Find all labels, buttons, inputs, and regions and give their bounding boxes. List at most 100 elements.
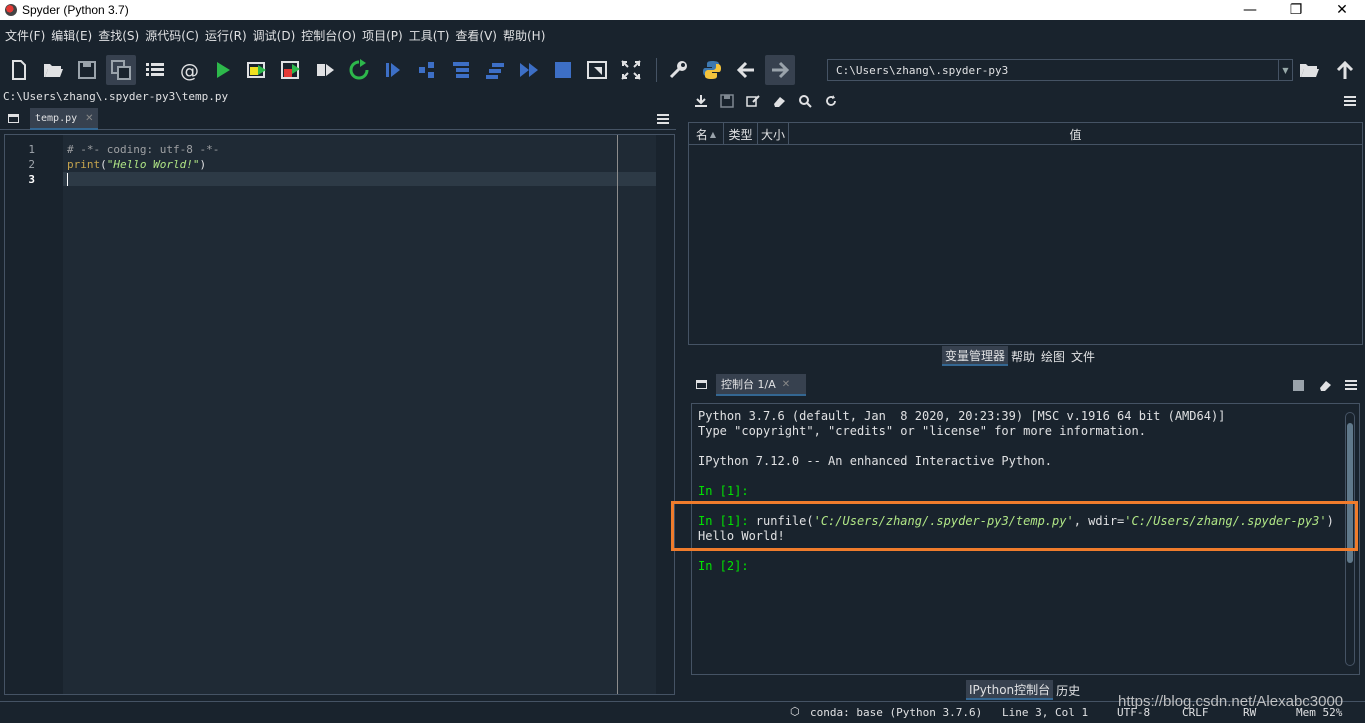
run-cell-icon [247, 62, 266, 78]
run-cell-button[interactable] [242, 55, 272, 85]
maximize-button[interactable]: ❐ [1273, 0, 1319, 20]
search-icon [799, 95, 812, 108]
folder-open-icon [1300, 64, 1319, 77]
orange-highlight-box [671, 501, 1358, 551]
menu-run[interactable]: 运行(R) [205, 27, 247, 44]
step-return-button[interactable] [480, 55, 510, 85]
continue-button[interactable] [514, 55, 544, 85]
run-cell-advance-button[interactable] [276, 55, 306, 85]
tab-help[interactable]: 帮助 [1008, 346, 1038, 366]
column-header-size[interactable]: 大小 [758, 123, 789, 145]
working-directory-combo[interactable]: C:\Users\zhang\.spyder-py3 ▼ [827, 59, 1293, 81]
menu-source[interactable]: 源代码(C) [145, 27, 199, 44]
forward-button[interactable] [765, 55, 795, 85]
tab-temp-py[interactable]: temp.py ✕ [30, 108, 98, 130]
parent-directory-button[interactable] [1330, 55, 1360, 85]
minimize-button[interactable]: — [1227, 0, 1273, 20]
new-file-button[interactable] [4, 55, 34, 85]
menu-tools[interactable]: 工具(T) [409, 27, 450, 44]
tab-plots[interactable]: 绘图 [1038, 346, 1068, 366]
variable-explorer-toolbar [688, 90, 1365, 112]
window-title: Spyder (Python 3.7) [22, 3, 129, 17]
step-into-button[interactable] [446, 55, 476, 85]
new-file-icon [12, 60, 26, 80]
menu-projects[interactable]: 项目(P) [362, 27, 403, 44]
stop-icon [555, 62, 571, 78]
fullscreen-button[interactable] [616, 55, 646, 85]
close-tab-icon[interactable]: ✕ [782, 379, 790, 390]
browse-tabs-icon[interactable] [696, 380, 707, 389]
tab-history[interactable]: 历史 [1053, 680, 1083, 700]
browse-tabs-icon[interactable] [8, 114, 19, 123]
search-variables-button[interactable] [792, 91, 818, 111]
column-header-name[interactable]: 名 ▲ [689, 123, 724, 145]
python-path-button[interactable] [697, 55, 727, 85]
tab-variable-explorer[interactable]: 变量管理器 [942, 346, 1009, 366]
menu-file[interactable]: 文件(F) [5, 27, 45, 44]
remove-all-variables-button[interactable] [766, 91, 792, 111]
chevron-down-icon[interactable]: ▼ [1278, 60, 1292, 80]
code-text-area[interactable]: # -*- coding: utf-8 -*- print("Hello Wor… [63, 135, 656, 694]
console-options-menu-icon[interactable] [1345, 380, 1357, 390]
menu-view[interactable]: 查看(V) [455, 27, 497, 44]
toolbar-separator [656, 58, 657, 82]
column-header-type[interactable]: 类型 [724, 123, 758, 145]
menu-consoles[interactable]: 控制台(O) [301, 27, 356, 44]
tab-console-1a[interactable]: 控制台 1/A ✕ [716, 374, 806, 396]
status-cursor-position: Line 3, Col 1 [1002, 706, 1089, 719]
save-file-button[interactable] [72, 55, 102, 85]
spyder-logo-icon [5, 4, 17, 16]
variable-explorer-options-icon[interactable] [1344, 96, 1356, 106]
run-selection-icon [317, 64, 334, 76]
variable-explorer-table[interactable]: 名 ▲ 类型 大小 值 [688, 122, 1363, 345]
console-banner-line: Python 3.7.6 (default, Jan 8 2020, 20:23… [698, 409, 1226, 423]
eraser-icon [774, 97, 785, 107]
close-button[interactable]: ✕ [1319, 0, 1365, 20]
menu-help[interactable]: 帮助(H) [503, 27, 545, 44]
editor-options-menu-icon[interactable] [657, 114, 669, 124]
menu-edit[interactable]: 编辑(E) [51, 27, 92, 44]
line-number: 2 [28, 158, 35, 171]
upper-right-pane-tabs: 变量管理器 帮助 绘图 文件 [942, 346, 1098, 366]
run-selection-button[interactable] [310, 55, 340, 85]
outline-button[interactable] [140, 55, 170, 85]
status-conda-env: conda: base (Python 3.7.6) [810, 706, 983, 719]
code-line-2: print("Hello World!") [67, 158, 206, 171]
menu-debug[interactable]: 调试(D) [253, 27, 296, 44]
email-button[interactable]: @ [174, 55, 204, 85]
close-tab-icon[interactable]: ✕ [85, 113, 93, 124]
maximize-pane-button[interactable] [582, 55, 612, 85]
tab-ipython-console[interactable]: IPython控制台 [966, 680, 1054, 700]
tab-files[interactable]: 文件 [1068, 346, 1098, 366]
text-cursor [67, 173, 68, 186]
step-icon [419, 62, 434, 78]
browse-directory-button[interactable] [1294, 55, 1324, 85]
menu-search[interactable]: 查找(S) [98, 27, 139, 44]
save-data-as-button[interactable] [740, 91, 766, 111]
back-button[interactable] [731, 55, 761, 85]
save-icon [78, 61, 96, 79]
step-into-icon [453, 62, 469, 78]
run-file-button[interactable] [208, 55, 238, 85]
lower-right-pane-tabs: IPython控制台 历史 [966, 680, 1083, 700]
interrupt-kernel-icon[interactable] [1293, 380, 1304, 391]
eraser-icon[interactable] [1318, 378, 1332, 392]
debug-button[interactable] [378, 55, 408, 85]
import-data-button[interactable] [688, 91, 714, 111]
editor-tab-bar: temp.py ✕ [0, 106, 676, 130]
save-all-button[interactable] [106, 55, 136, 85]
preferences-button[interactable] [663, 55, 693, 85]
rerun-icon [349, 59, 369, 80]
save-data-button[interactable] [714, 91, 740, 111]
step-button[interactable] [412, 55, 442, 85]
console-banner-line: IPython 7.12.0 -- An enhanced Interactiv… [698, 454, 1053, 468]
console-tab-label: 控制台 1/A [721, 378, 776, 391]
stop-debug-button[interactable] [548, 55, 578, 85]
column-header-value[interactable]: 值 [789, 123, 1362, 145]
rerun-button[interactable] [344, 55, 374, 85]
refresh-variables-button[interactable] [818, 91, 844, 111]
refresh-icon [826, 95, 836, 106]
edge-line [617, 135, 618, 694]
open-file-button[interactable] [38, 55, 68, 85]
code-editor[interactable]: 1 2 3 # -*- coding: utf-8 -*- print("Hel… [4, 134, 675, 695]
